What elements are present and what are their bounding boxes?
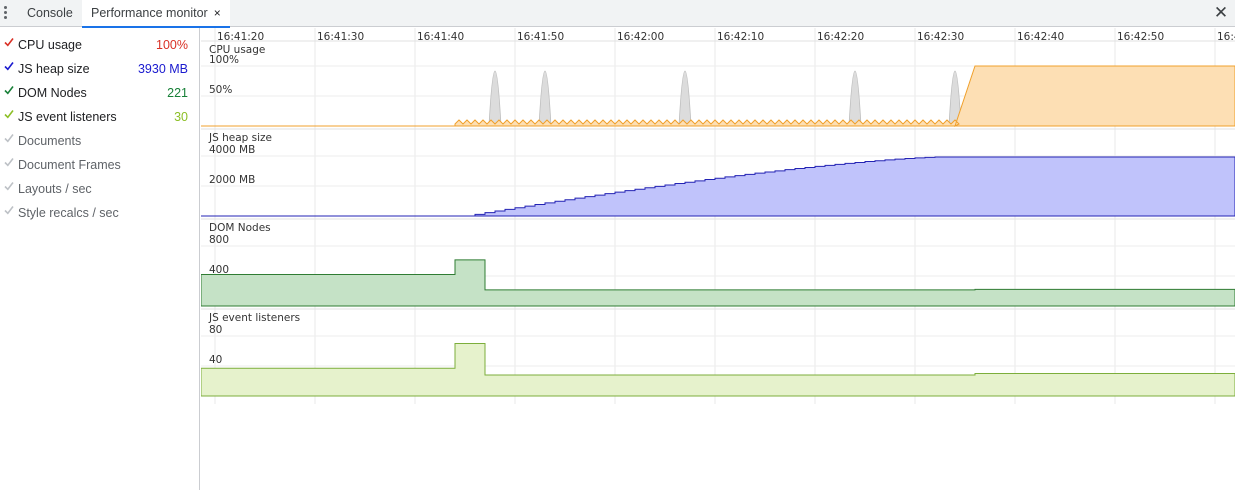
series-area: [201, 343, 1235, 397]
metric-label: Style recalcs / sec: [18, 206, 119, 220]
y-tick-label: 800: [209, 234, 229, 246]
chart-title: JS heap size: [208, 132, 272, 144]
tab-bar: Console Performance monitor × ✕: [0, 0, 1235, 28]
tab-performance-monitor-label: Performance monitor: [91, 6, 208, 20]
metric-toggle-js-event-listeners[interactable]: JS event listeners 30: [0, 105, 200, 129]
metric-label: Document Frames: [18, 158, 121, 172]
metric-label: Layouts / sec: [18, 182, 92, 196]
checkmark-icon: [4, 38, 14, 47]
metric-value: 30: [174, 110, 188, 124]
metric-toggle-style-recalcs-sec[interactable]: Style recalcs / sec: [0, 201, 200, 225]
close-tab-icon[interactable]: ×: [214, 6, 221, 20]
cpu-spike: [848, 70, 862, 127]
metric-toggle-dom-nodes[interactable]: DOM Nodes 221: [0, 81, 200, 105]
tab-console[interactable]: Console: [27, 0, 73, 27]
metric-label: JS heap size: [18, 62, 90, 76]
checkmark-icon: [4, 134, 14, 143]
cpu-spike: [488, 70, 502, 127]
chart-title: JS event listeners: [208, 312, 300, 324]
y-tick-label: 80: [209, 324, 222, 336]
close-panel-icon[interactable]: ✕: [1212, 3, 1230, 23]
y-tick-label: 2000 MB: [209, 174, 255, 186]
more-options-icon[interactable]: [3, 6, 9, 20]
metric-value: 100%: [156, 38, 188, 52]
chart-title: DOM Nodes: [209, 222, 271, 234]
tab-performance-monitor[interactable]: Performance monitor ×: [82, 0, 230, 28]
cpu-spike: [538, 70, 552, 127]
y-tick-label: 4000 MB: [209, 144, 255, 156]
metric-value: 221: [167, 86, 188, 100]
chart-js-event-listeners: 80 40 JS event listeners: [201, 308, 1235, 397]
metrics-sidebar: CPU usage 100% JS heap size 3930 MB DOM Node…: [0, 28, 200, 490]
metric-label: CPU usage: [18, 38, 82, 52]
cpu-spike: [678, 70, 692, 127]
chart-js-heap-size: 4000 MB 2000 MB JS heap size: [201, 128, 1235, 217]
checkmark-icon: [4, 182, 14, 191]
checkmark-icon: [4, 86, 14, 95]
chart-title: CPU usage: [209, 44, 265, 56]
checkmark-icon: [4, 62, 14, 71]
chart-cpu-usage: 100%50%CPU usage: [201, 40, 1235, 127]
y-tick-label: 40: [209, 354, 222, 366]
checkmark-icon: [4, 158, 14, 167]
metric-toggle-js-heap-size[interactable]: JS heap size 3930 MB: [0, 57, 200, 81]
metric-toggle-layouts-sec[interactable]: Layouts / sec: [0, 177, 200, 201]
metric-toggle-documents[interactable]: Documents: [0, 129, 200, 153]
series-area: [201, 259, 1235, 307]
metric-label: Documents: [18, 134, 82, 148]
y-tick-label: 50%: [209, 84, 232, 96]
metric-toggle-document-frames[interactable]: Document Frames: [0, 153, 200, 177]
metric-label: JS event listeners: [18, 110, 117, 124]
metric-label: DOM Nodes: [18, 86, 87, 100]
charts-area: 16:41:20 16:41:30 16:41:40 16:41:50 16:42:00…: [201, 28, 1235, 490]
metric-toggle-cpu-usage[interactable]: CPU usage 100%: [0, 33, 200, 57]
checkmark-icon: [4, 206, 14, 215]
series-area: [201, 156, 1235, 217]
chart-dom-nodes: 800400DOM Nodes: [201, 218, 1235, 307]
metric-value: 3930 MB: [137, 62, 188, 76]
performance-charts: 16:41:20 16:41:30 16:41:40 16:41:50 16:42:00…: [201, 28, 1235, 404]
checkmark-icon: [4, 110, 14, 119]
